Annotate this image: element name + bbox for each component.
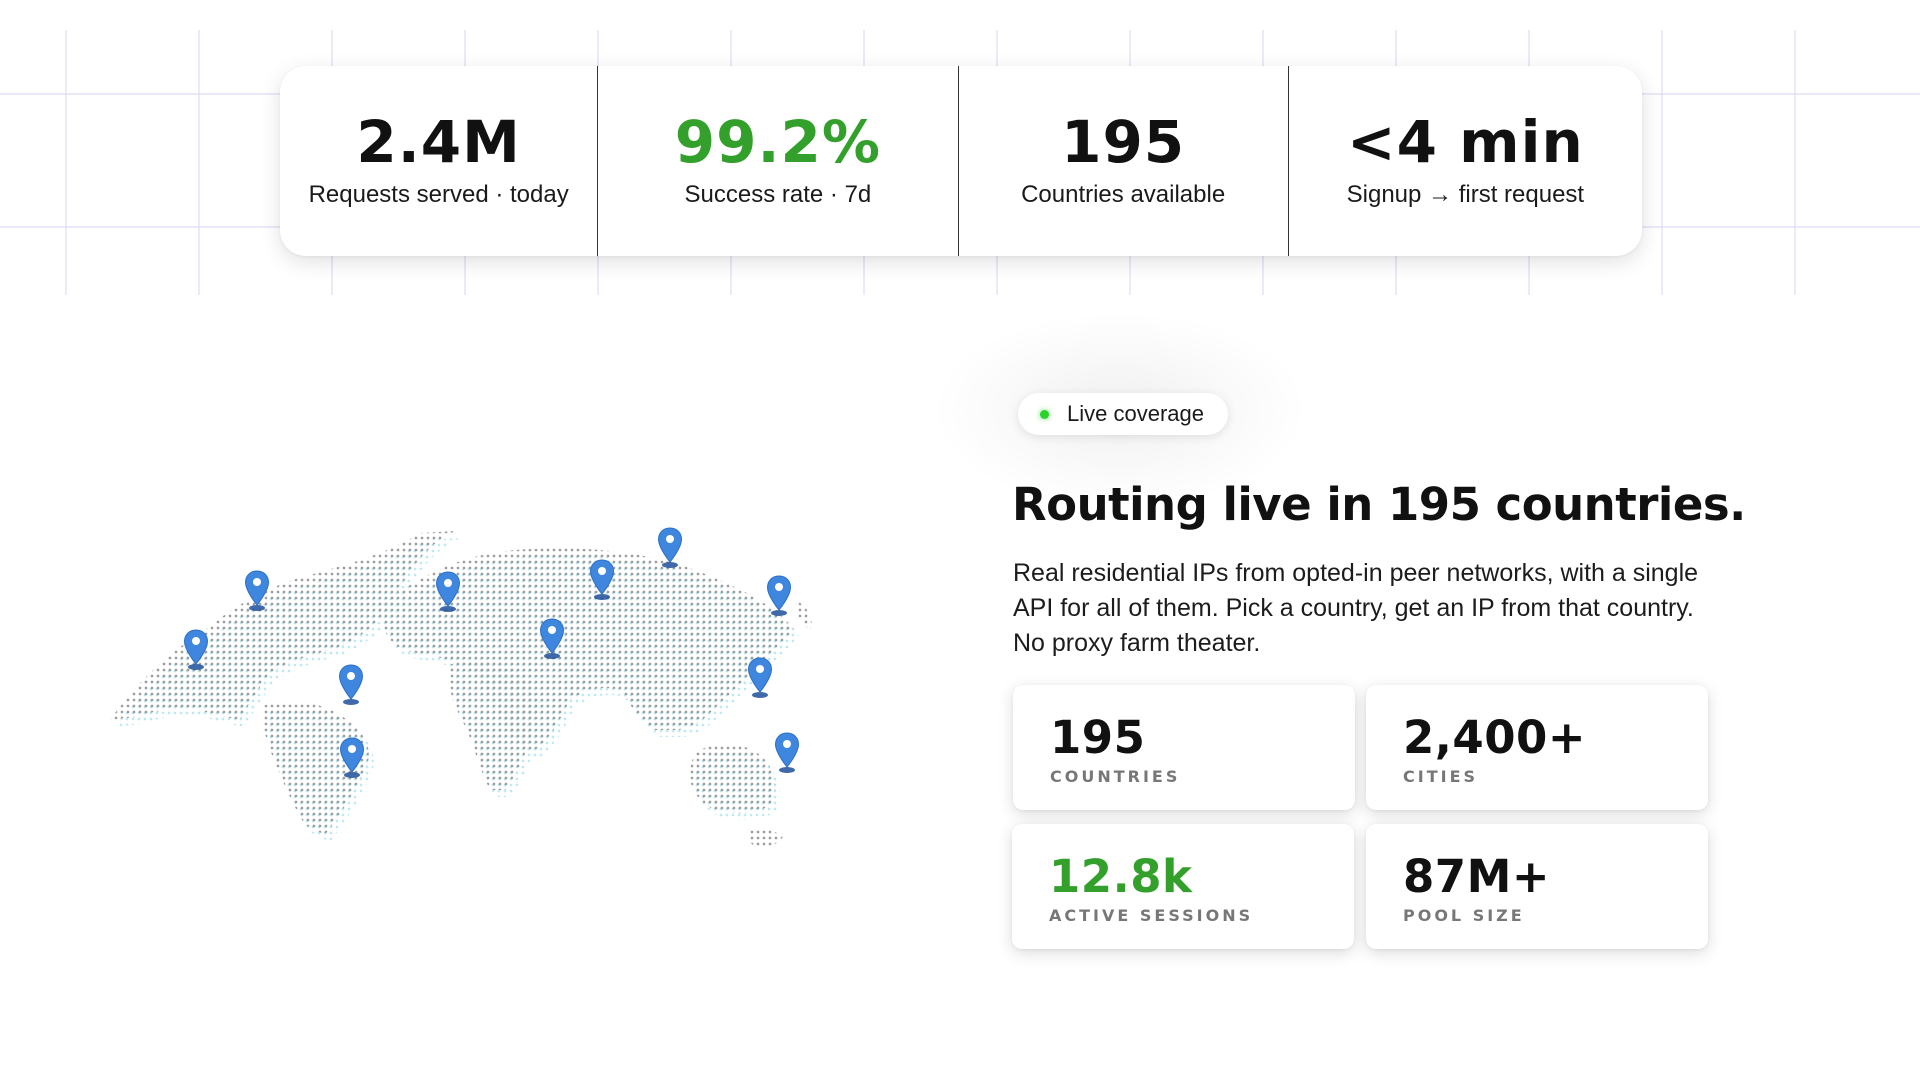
metric-value: 87M+ xyxy=(1403,850,1551,903)
location-pin-icon xyxy=(747,657,773,699)
location-pin-icon xyxy=(774,732,800,774)
stat-value: <4 min xyxy=(1346,108,1584,176)
stat-countries: 195 Countries available xyxy=(957,66,1288,256)
stats-bar: 2.4M Requests served · today 99.2% Succe… xyxy=(280,66,1642,256)
stat-requests: 2.4M Requests served · today xyxy=(280,66,597,256)
metric-label: ACTIVE SESSIONS xyxy=(1049,906,1254,925)
stat-signup-time: <4 min Signup → first request xyxy=(1287,66,1642,256)
stat-label: Signup → first request xyxy=(1346,181,1585,208)
description: Real residential IPs from opted-in peer … xyxy=(1013,559,1699,657)
live-coverage-badge: Live coverage xyxy=(1018,393,1228,435)
stat-value: 195 xyxy=(1061,108,1186,176)
metric-card-pool-size: 87M+ POOL SIZE xyxy=(1366,824,1708,949)
metric-card-cities: 2,400+ CITIES xyxy=(1366,685,1708,810)
stat-value: 99.2% xyxy=(674,108,881,176)
location-pin-icon xyxy=(589,559,615,601)
location-pin-icon xyxy=(435,571,461,613)
badge-label: Live coverage xyxy=(1067,401,1204,426)
location-pin-icon xyxy=(339,737,365,779)
metric-label: COUNTRIES xyxy=(1050,767,1181,786)
location-pin-icon xyxy=(539,618,565,660)
metric-value: 195 xyxy=(1050,711,1146,764)
metric-label: CITIES xyxy=(1403,767,1479,786)
location-pin-icon xyxy=(338,664,364,706)
location-pin-icon xyxy=(183,629,209,671)
location-pin-icon xyxy=(657,527,683,569)
metric-card-countries: 195 COUNTRIES xyxy=(1013,685,1355,810)
metric-value: 12.8k xyxy=(1049,850,1193,903)
metric-label: POOL SIZE xyxy=(1403,906,1525,925)
metric-card-active-sessions: 12.8k ACTIVE SESSIONS xyxy=(1012,824,1354,949)
stat-label: Requests served · today xyxy=(308,181,569,208)
metric-value: 2,400+ xyxy=(1403,711,1587,764)
headline: Routing live in 195 countries. xyxy=(1012,478,1746,531)
world-map xyxy=(110,531,812,848)
stat-label: Countries available xyxy=(1021,181,1226,208)
stat-label: Success rate · 7d xyxy=(684,181,872,208)
live-status-dot xyxy=(1040,409,1049,419)
location-pin-icon xyxy=(766,575,792,617)
page: 2.4M Requests served · today 99.2% Succe… xyxy=(0,0,1920,1080)
stat-value: 2.4M xyxy=(356,108,521,176)
location-pin-icon xyxy=(244,570,270,612)
stat-success-rate: 99.2% Success rate · 7d xyxy=(597,66,957,256)
